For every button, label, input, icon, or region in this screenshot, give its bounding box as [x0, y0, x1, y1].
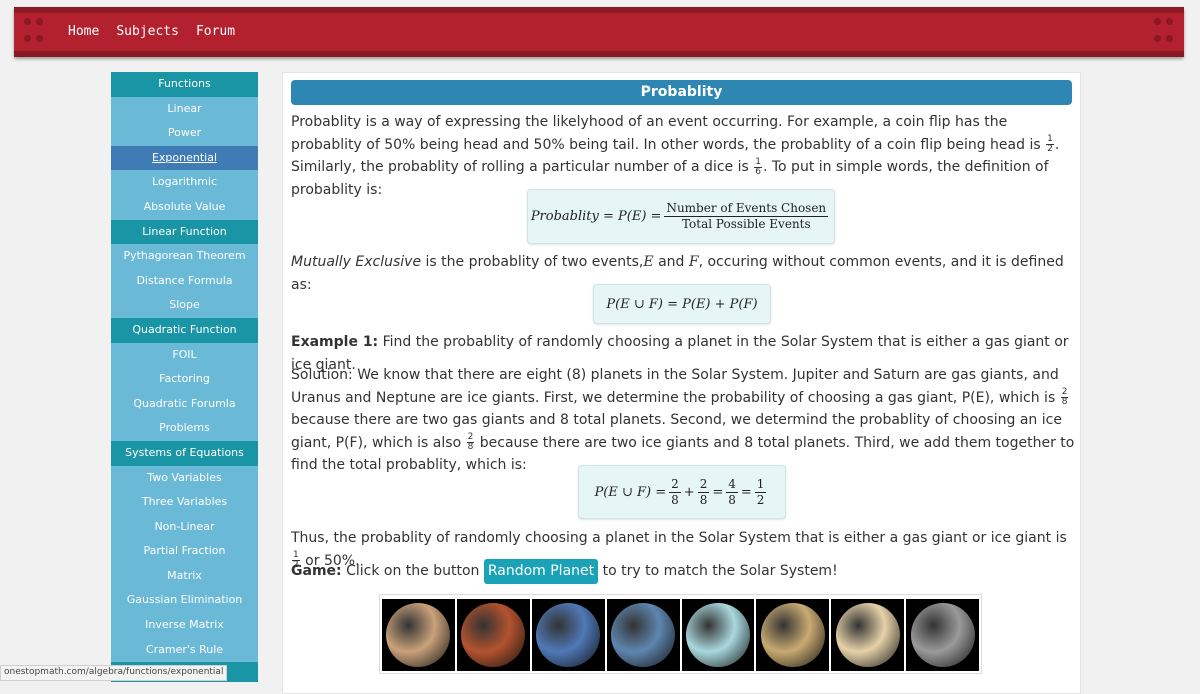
sidebar-item-partial-fraction[interactable]: Partial Fraction	[111, 539, 258, 564]
content-panel: Probablity Probablity is a way of expres…	[282, 72, 1081, 694]
mutually-exclusive-formula: P(E ∪ F) = P(E) + P(F)	[593, 284, 771, 324]
saturn-icon	[760, 603, 825, 667]
planet-image-uranus[interactable]	[681, 599, 755, 671]
sidebar-item-factoring[interactable]: Factoring	[111, 367, 258, 392]
fraction-two-eighths-2: 28	[466, 432, 475, 452]
formula-denominator: Total Possible Events	[681, 217, 811, 231]
page-title: Probablity	[291, 80, 1072, 105]
planet-image-jupiter[interactable]	[382, 599, 455, 671]
sidebar-item-functions[interactable]: Functions	[111, 72, 258, 97]
formula-lhs: Probablity = P(E) =	[530, 209, 662, 224]
navbar-top-edge	[14, 7, 1184, 13]
formula3-plus: +	[683, 484, 695, 500]
solution-paragraph: Solution: We know that there are eight (…	[291, 364, 1075, 477]
formula3-lhs: P(E ∪ F) =	[594, 484, 667, 500]
sidebar-item-foil[interactable]: FOIL	[111, 342, 258, 368]
event-e: E	[643, 254, 654, 270]
formula3-frac-4: 12	[754, 476, 767, 507]
nav-forum[interactable]: Forum	[196, 24, 235, 39]
game-text-2: to try to match the Solar System!	[598, 563, 838, 579]
formula3-frac-3: 48	[726, 476, 738, 507]
bolt-decoration-right	[1154, 18, 1174, 46]
solution-text-1: Solution: We know that there are eight (…	[291, 367, 1060, 406]
sidebar-item-non-linear[interactable]: Non-Linear	[111, 514, 258, 540]
sidebar-item-cramer-s-rule[interactable]: Cramer's Rule	[111, 637, 258, 663]
planet-image-mars[interactable]	[456, 599, 530, 671]
uranus-icon	[685, 603, 750, 667]
sidebar-item-two-variables[interactable]: Two Variables	[111, 465, 258, 491]
mutually-exclusive-term: Mutually Exclusive	[291, 254, 422, 270]
sidebar-item-gaussian-elimination[interactable]: Gaussian Elimination	[111, 588, 258, 614]
earth-icon	[611, 603, 676, 667]
planet-image-earth[interactable]	[606, 599, 680, 671]
fraction-two-eighths: 28	[1060, 387, 1069, 407]
total-probability-formula: P(E ∪ F) = 28 + 28 = 48 = 12	[578, 465, 786, 519]
sidebar-item-inverse-matrix[interactable]: Inverse Matrix	[111, 613, 258, 638]
sidebar-item-exponential[interactable]: Exponential	[111, 145, 258, 171]
mars-icon	[461, 603, 526, 667]
sidebar-item-systems-of-equations[interactable]: Systems of Equations	[111, 440, 258, 466]
formula3-equals-1: =	[712, 484, 724, 500]
formula3-frac-1: 28	[669, 476, 681, 507]
sidebar-item-absolute-value[interactable]: Absolute Value	[111, 194, 258, 220]
fraction-one-sixth: 16	[754, 156, 762, 177]
game-paragraph: Game: Click on the button Random Planet …	[291, 559, 1075, 584]
sidebar: Functions Linear Power Exponential Logarithm…	[111, 72, 258, 682]
event-f: F	[688, 254, 699, 270]
sidebar-item-slope[interactable]: Slope	[111, 293, 258, 318]
probability-definition-formula: Probablity = P(E) = Number of Events Cho…	[527, 189, 835, 244]
sidebar-item-quadratic-function[interactable]: Quadratic Function	[111, 317, 258, 343]
planet-image-saturn[interactable]	[756, 599, 830, 671]
sidebar-item-power[interactable]: Power	[111, 121, 258, 146]
sidebar-item-quadratic-forumla[interactable]: Quadratic Forumla	[111, 391, 258, 417]
nav-home[interactable]: Home	[68, 24, 99, 39]
planet-image-neptune[interactable]	[531, 599, 605, 671]
navbar-bottom-edge	[14, 51, 1184, 57]
mutual-text-1: is the probablity of two events,	[421, 254, 644, 270]
random-planet-button[interactable]: Random Planet	[483, 559, 599, 584]
sidebar-item-pythagorean-theorem[interactable]: Pythagorean Theorem	[111, 244, 258, 269]
sidebar-item-linear-function[interactable]: Linear Function	[111, 219, 258, 245]
conclusion-text-1: Thus, the probablity of randomly choosin…	[291, 530, 1067, 546]
sidebar-item-problems[interactable]: Problems	[111, 416, 258, 441]
mutual-and: and	[653, 254, 689, 270]
sidebar-item-three-variables[interactable]: Three Variables	[111, 490, 258, 515]
planet-gallery	[379, 594, 982, 674]
sidebar-item-logarithmic[interactable]: Logarithmic	[111, 170, 258, 195]
main-nav: Home Subjects Forum	[68, 24, 235, 39]
sidebar-item-matrix[interactable]: Matrix	[111, 563, 258, 589]
game-text-1: Click on the button	[341, 563, 484, 579]
sidebar-item-linear[interactable]: Linear	[111, 96, 258, 122]
neptune-icon	[536, 603, 601, 667]
mercury-icon	[910, 603, 975, 667]
formula3-frac-2: 28	[697, 476, 710, 507]
intro-text-1: Probablity is a way of expressing the li…	[291, 114, 1046, 153]
game-label: Game:	[291, 563, 342, 579]
planet-image-venus[interactable]	[831, 599, 905, 671]
jupiter-icon	[386, 603, 451, 667]
nav-subjects[interactable]: Subjects	[116, 24, 179, 39]
fraction-one-half: 12	[1046, 134, 1054, 154]
example-label: Example 1:	[291, 334, 379, 350]
formula-fraction: Number of Events Chosen Total Possible E…	[664, 201, 829, 232]
intro-paragraph: Probablity is a way of expressing the li…	[291, 111, 1075, 201]
top-navbar: Home Subjects Forum	[14, 7, 1184, 57]
formula-numerator: Number of Events Chosen	[664, 201, 829, 217]
sidebar-item-distance-formula[interactable]: Distance Formula	[111, 268, 258, 294]
venus-icon	[835, 603, 900, 667]
formula3-equals-2: =	[740, 484, 752, 500]
planet-image-mercury[interactable]	[906, 599, 979, 671]
bolt-decoration-left	[24, 18, 44, 46]
